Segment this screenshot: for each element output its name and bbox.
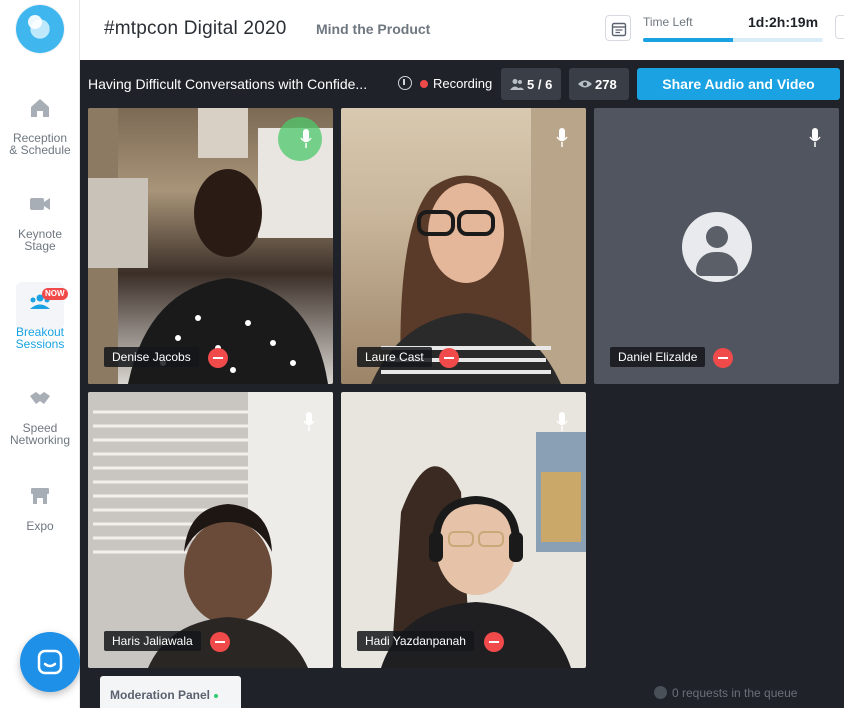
queue-status: 0 requests in the queue (654, 686, 798, 700)
participant-name-tag: Daniel Elizalde (610, 347, 706, 367)
now-badge: NOW (42, 288, 68, 300)
video-tile[interactable]: Laure Cast (341, 108, 586, 384)
participants-count: 5 / 6 (527, 77, 553, 92)
microphone-icon[interactable] (300, 129, 312, 149)
participant-video (371, 108, 586, 384)
video-tile[interactable]: Haris Jaliawala (88, 392, 333, 668)
microphone-icon[interactable] (556, 412, 568, 432)
microphone-icon[interactable] (556, 128, 568, 148)
calendar-icon (611, 22, 627, 37)
recording-dot-icon (420, 80, 428, 88)
top-header: #mtpcon Digital 2020 Mind the Product Ti… (80, 0, 844, 60)
online-dot-icon (214, 693, 219, 698)
booth-icon (31, 488, 49, 504)
participant-name-tag: Denise Jacobs (104, 347, 199, 367)
handshake-icon (30, 392, 50, 404)
nav-expo[interactable]: Expo (0, 484, 80, 532)
nav-reception-schedule[interactable]: Reception & Schedule (0, 96, 80, 156)
app-logo[interactable] (16, 5, 64, 53)
avatar-placeholder-icon (682, 212, 752, 282)
info-circle-icon (654, 686, 667, 699)
participant-name-tag: Hadi Yazdanpanah (357, 631, 474, 651)
breakout-stage: Having Difficult Conversations with Conf… (80, 60, 844, 708)
remove-participant-button[interactable] (210, 632, 230, 652)
session-title: Having Difficult Conversations with Conf… (88, 76, 368, 92)
participants-count-pill[interactable]: 5 / 6 (501, 68, 561, 100)
time-progress-bar (643, 38, 823, 42)
collapsed-panel-toggle[interactable] (835, 15, 844, 39)
people-icon (510, 79, 524, 90)
eye-icon (578, 80, 592, 88)
video-tile[interactable]: Denise Jacobs (88, 108, 333, 384)
remove-participant-button[interactable] (484, 632, 504, 652)
chat-icon (37, 649, 63, 675)
sidebar: Reception & Schedule Keynote Stage NOW B… (0, 0, 80, 708)
microphone-icon[interactable] (303, 412, 315, 432)
nav-label-2: Stage (24, 239, 56, 253)
nav-label-2: Sessions (15, 337, 65, 351)
organization-name[interactable]: Mind the Product (316, 21, 430, 37)
participant-name-tag: Haris Jaliawala (104, 631, 201, 651)
calendar-button[interactable] (605, 15, 631, 41)
recording-label: Recording (433, 76, 493, 91)
nav-keynote-stage[interactable]: Keynote Stage (0, 192, 80, 252)
nav-speed-networking[interactable]: Speed Networking (0, 386, 80, 446)
viewers-count-pill[interactable]: 278 (569, 68, 629, 100)
video-tile[interactable]: Hadi Yazdanpanah (341, 392, 586, 668)
nav-label: Expo (26, 519, 54, 533)
remove-participant-button[interactable] (208, 348, 228, 368)
info-icon[interactable] (398, 76, 412, 90)
nav-label-2: & Schedule (9, 143, 71, 157)
event-title: #mtpcon Digital 2020 (104, 18, 287, 39)
microphone-icon[interactable] (809, 128, 821, 148)
nav-label-2: Networking (9, 433, 71, 447)
chat-launcher-button[interactable] (20, 632, 80, 692)
share-audio-video-button[interactable]: Share Audio and Video (637, 68, 840, 100)
participant-video (381, 432, 586, 668)
time-left-value: 1d:2h:19m (748, 14, 819, 30)
remove-participant-button[interactable] (713, 348, 733, 368)
video-tile[interactable]: Daniel Elizalde (594, 108, 839, 384)
participant-video (88, 392, 333, 668)
participant-name-tag: Laure Cast (357, 347, 432, 367)
moderation-panel-label: Moderation Panel (110, 688, 211, 702)
nav-breakout-sessions[interactable]: NOW Breakout Sessions (0, 282, 80, 351)
home-icon (31, 99, 49, 117)
moderation-panel-tab[interactable]: Moderation Panel (100, 676, 241, 708)
queue-text: 0 requests in the queue (672, 686, 798, 700)
video-camera-icon (30, 198, 50, 210)
viewers-count: 278 (595, 77, 617, 92)
time-left-label: Time Left (643, 15, 693, 29)
remove-participant-button[interactable] (439, 348, 459, 368)
time-progress-fill (643, 38, 733, 42)
